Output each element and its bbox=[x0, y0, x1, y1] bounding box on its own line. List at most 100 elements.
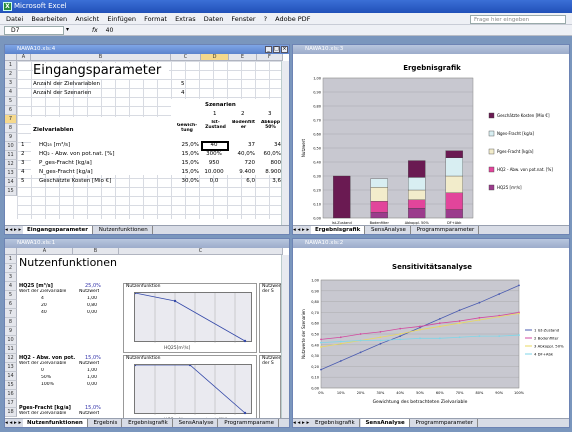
row-header[interactable]: 5 bbox=[5, 291, 17, 300]
scenario-value[interactable]: 950 bbox=[201, 160, 227, 166]
col-header-b[interactable]: B bbox=[73, 248, 119, 255]
col-header-e[interactable]: E bbox=[229, 54, 257, 61]
scenario-value[interactable]: 300% bbox=[201, 151, 227, 157]
tab-sensanalyse[interactable]: SensAnalyse bbox=[361, 419, 410, 427]
row-header[interactable]: 17 bbox=[5, 399, 17, 408]
window-titlebar[interactable]: NAWA10.xls:4 bbox=[5, 45, 289, 54]
row-header-2[interactable]: 2 bbox=[5, 70, 17, 79]
nutzwert-value[interactable]: 1,00 bbox=[87, 375, 97, 380]
col-header-b[interactable]: B bbox=[31, 54, 171, 61]
row-header[interactable]: 8 bbox=[5, 318, 17, 327]
maximize-button[interactable]: □ bbox=[273, 46, 280, 53]
window-ergebnisgrafik[interactable]: NAWA10.xls:3 Ergebnisgrafik 0,00 0,10 0,20… bbox=[292, 44, 570, 235]
row-header-7[interactable]: 7 bbox=[5, 115, 17, 124]
mini-chart-nutzenfunktion[interactable]: Nutzenfunktion HQ25[m³/s] bbox=[123, 283, 257, 353]
wert-value[interactable]: 50% bbox=[41, 375, 51, 380]
nutzwert-value[interactable]: 1,00 bbox=[87, 368, 97, 373]
menu-adobe-pdf[interactable]: Adobe PDF bbox=[275, 15, 310, 23]
wert-value[interactable]: 100% bbox=[41, 382, 54, 387]
minimize-button[interactable]: _ bbox=[265, 46, 272, 53]
scenario-value[interactable]: 34 bbox=[257, 142, 281, 148]
row-header[interactable]: 13 bbox=[5, 363, 17, 372]
tab-sensanalyse[interactable]: SensAnalyse bbox=[367, 226, 411, 234]
tab-ergebnis[interactable]: Ergebnis bbox=[90, 419, 123, 427]
tab-eingangsparameter[interactable]: Eingangsparameter bbox=[23, 226, 93, 234]
wert-value[interactable]: 40 bbox=[41, 310, 47, 315]
tab-nutzenfunktionen[interactable]: Nutzenfunktionen bbox=[95, 226, 153, 234]
window-titlebar[interactable]: NAWA10.xls:3 bbox=[293, 45, 569, 54]
row-header[interactable]: 1 bbox=[5, 255, 17, 264]
row-header-3[interactable]: 3 bbox=[5, 79, 17, 88]
menu-ansicht[interactable]: Ansicht bbox=[75, 15, 99, 23]
row-header[interactable]: 14 bbox=[5, 372, 17, 381]
col-header-c[interactable]: C bbox=[119, 248, 283, 255]
menu-format[interactable]: Format bbox=[144, 15, 167, 23]
tab-ergebnisgrafik[interactable]: Ergebnisgrafik bbox=[311, 419, 360, 427]
row-header[interactable]: 9 bbox=[5, 327, 17, 336]
row-header[interactable]: 2 bbox=[5, 264, 17, 273]
window-titlebar[interactable]: NAWA10.xls:1 bbox=[5, 239, 289, 248]
col-header-d[interactable]: D bbox=[201, 54, 229, 61]
window-sensitivitaetsanalyse[interactable]: NAWA10.xls:2 Sensitivitätsanalyse 0,00 0,… bbox=[292, 238, 570, 428]
scenario-value[interactable]: 800 bbox=[257, 160, 282, 166]
row-header[interactable]: 18 bbox=[5, 408, 17, 417]
wert-value[interactable]: 20 bbox=[41, 303, 47, 308]
row-header-5[interactable]: 5 bbox=[5, 97, 17, 106]
tab-programmparameter[interactable]: Programmparameter bbox=[411, 419, 479, 427]
menu-daten[interactable]: Daten bbox=[204, 15, 224, 23]
name-box[interactable]: D7 bbox=[4, 26, 64, 35]
row-header[interactable]: 11 bbox=[5, 345, 17, 354]
tab-ergebnisgrafik[interactable]: Ergebnisgrafik bbox=[311, 226, 366, 234]
tab-nav-arrows[interactable]: ◂ ◂ ▸ ▸ bbox=[293, 227, 311, 233]
scenario-value[interactable]: 60,0% bbox=[257, 151, 281, 157]
select-all-corner[interactable] bbox=[5, 248, 17, 255]
row-header-1[interactable]: 1 bbox=[5, 61, 17, 70]
chart-area[interactable]: Sensitivitätsanalyse 0,00 0,10 0,20 0,30 0,4… bbox=[293, 248, 569, 420]
mini-chart-nutzwerte[interactable]: Nutzwerte der S bbox=[259, 355, 285, 425]
row-header-8[interactable]: 8 bbox=[5, 124, 17, 133]
nutzwert-value[interactable]: 0,00 bbox=[87, 310, 97, 315]
row-header[interactable]: 3 bbox=[5, 273, 17, 282]
vertical-scrollbar[interactable] bbox=[281, 255, 289, 420]
scenario-value[interactable]: 6,0 bbox=[229, 178, 255, 184]
tab-programmparameter[interactable]: Programmparameter bbox=[413, 226, 480, 234]
menu-datei[interactable]: Datei bbox=[6, 15, 23, 23]
scenario-value[interactable]: 8.900 bbox=[257, 169, 281, 175]
wert-value[interactable]: 0 bbox=[41, 368, 44, 373]
row-header[interactable]: 12 bbox=[5, 354, 17, 363]
row-header-6[interactable]: 6 bbox=[5, 106, 17, 115]
window-titlebar[interactable]: NAWA10.xls:2 bbox=[293, 239, 569, 248]
row-header[interactable]: 7 bbox=[5, 309, 17, 318]
tab-sensanalyse[interactable]: SensAnalyse bbox=[175, 419, 219, 427]
chart-area[interactable]: Ergebnisgrafik 0,00 0,10 0,20 0,30 0,40 0,50 0… bbox=[293, 54, 569, 227]
menu-einfuegen[interactable]: Einfügen bbox=[107, 15, 136, 23]
row-header[interactable]: 15 bbox=[5, 381, 17, 390]
wert-value[interactable]: 4 bbox=[41, 296, 44, 301]
help-search-input[interactable]: Frage hier eingeben bbox=[470, 15, 566, 24]
close-button[interactable]: × bbox=[281, 46, 288, 53]
menu-bearbeiten[interactable]: Bearbeiten bbox=[31, 15, 67, 23]
scenario-value[interactable]: 40,0% bbox=[229, 151, 255, 157]
window-eingangsparameter[interactable]: NAWA10.xls:4 _ □ × A B C D E F 123456789… bbox=[4, 44, 290, 235]
col-header-a[interactable]: A bbox=[17, 54, 31, 61]
row-header-13[interactable]: 13 bbox=[5, 169, 17, 178]
active-cell-d7[interactable] bbox=[201, 141, 229, 151]
tab-ergebnisgrafik[interactable]: Ergebnisgrafik bbox=[124, 419, 173, 427]
row-header-11[interactable]: 11 bbox=[5, 151, 17, 160]
tab-nutzenfunktionen[interactable]: Nutzenfunktionen bbox=[23, 419, 88, 427]
select-all-corner[interactable] bbox=[5, 54, 17, 61]
scenario-value[interactable]: 0,0 bbox=[201, 178, 227, 184]
nutzwert-value[interactable]: 0,00 bbox=[87, 382, 97, 387]
tab-nav-arrows[interactable]: ◂ ◂ ▸ ▸ bbox=[5, 420, 23, 426]
row-header-15[interactable]: 15 bbox=[5, 187, 17, 196]
row-header-10[interactable]: 10 bbox=[5, 142, 17, 151]
scenario-value[interactable]: 37 bbox=[229, 142, 255, 148]
tab-nav-arrows[interactable]: ◂ ◂ ▸ ▸ bbox=[293, 420, 311, 426]
scenario-value[interactable]: 10.000 bbox=[201, 169, 227, 175]
row-header-12[interactable]: 12 bbox=[5, 160, 17, 169]
col-header-f[interactable]: F bbox=[257, 54, 283, 61]
row-header-4[interactable]: 4 bbox=[5, 88, 17, 97]
menu-fenster[interactable]: Fenster bbox=[231, 15, 255, 23]
row-header[interactable]: 10 bbox=[5, 336, 17, 345]
tab-nav-arrows[interactable]: ◂ ◂ ▸ ▸ bbox=[5, 227, 23, 233]
